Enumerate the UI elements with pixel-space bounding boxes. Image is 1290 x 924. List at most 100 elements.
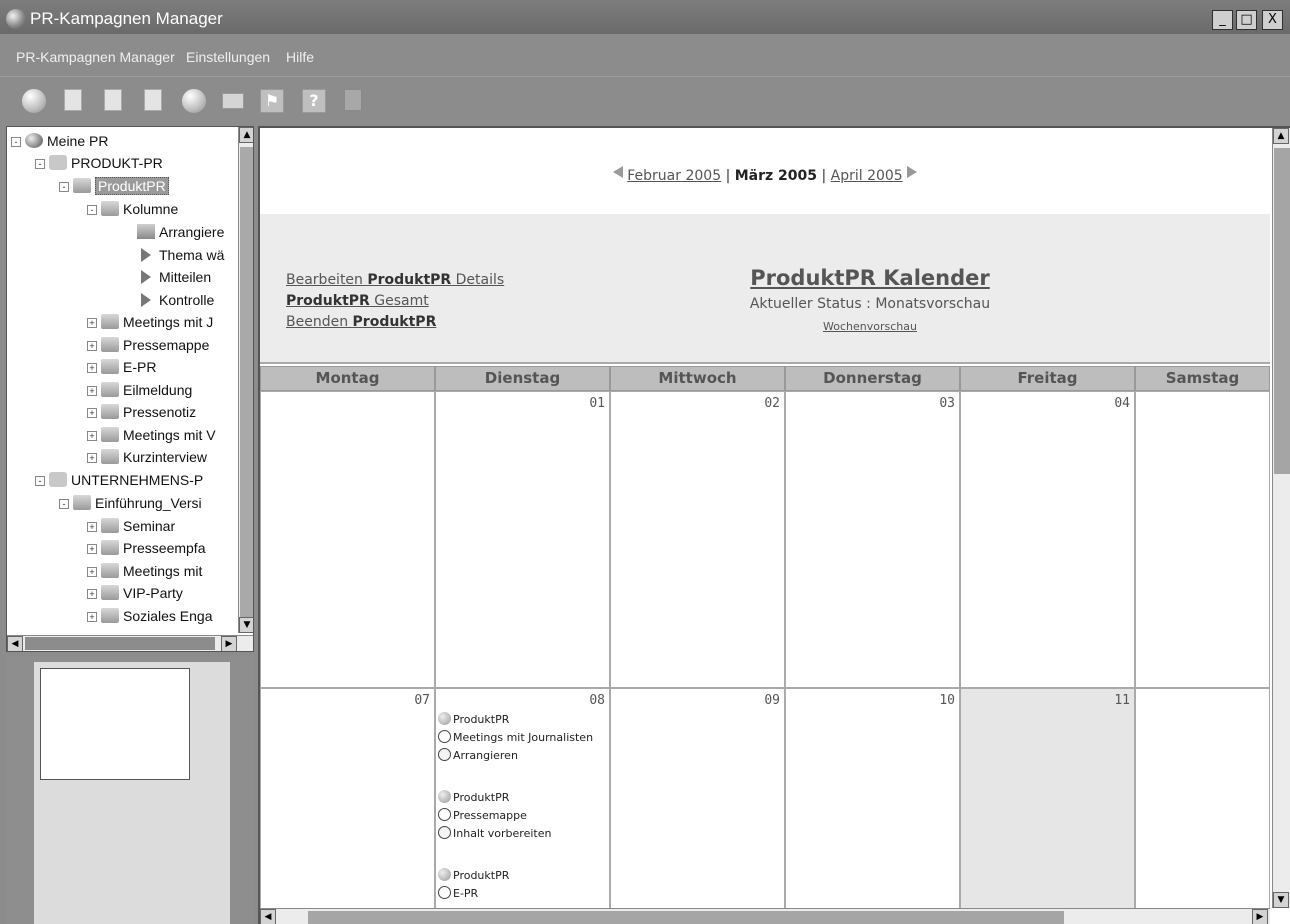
collapse-icon[interactable]: - (11, 137, 21, 147)
expand-icon[interactable]: + (87, 544, 97, 554)
tree-item-pressenotiz[interactable]: + Pressenotiz (87, 404, 196, 420)
expand-icon[interactable]: + (87, 386, 97, 396)
event-task[interactable]: Pressemappe (438, 807, 527, 825)
collapse-icon[interactable]: - (59, 499, 69, 509)
tree-item-eilmeldung[interactable]: + Eilmeldung (87, 382, 192, 398)
calendar-title[interactable]: ProduktPR Kalender (620, 266, 1120, 290)
calendar-vertical-scrollbar[interactable]: ▲ ▼ (1272, 128, 1290, 908)
tree-item-thema[interactable]: Thema wä (141, 247, 224, 263)
delete-document-icon[interactable] (144, 89, 162, 111)
collapse-icon[interactable]: - (35, 159, 45, 169)
minimize-button[interactable]: _ (1212, 10, 1233, 30)
day-cell[interactable] (260, 391, 435, 688)
tree-item-meetings-journalisten[interactable]: + Meetings mit J (87, 314, 213, 330)
scroll-up-icon[interactable]: ▲ (239, 127, 253, 143)
tree-vertical-scrollbar[interactable]: ▲ ▼ (238, 127, 253, 633)
tree-item-kolumne[interactable]: - Kolumne (87, 201, 178, 217)
end-link[interactable]: Beenden ProduktPR (286, 312, 504, 333)
tree-item-arrangiere[interactable]: Arrangiere (137, 224, 224, 240)
expand-icon[interactable]: + (87, 318, 97, 328)
tree-item-produktpr[interactable]: - ProduktPR (59, 177, 169, 195)
tree-item-mitteilen[interactable]: Mitteilen (141, 269, 211, 285)
collapse-icon[interactable]: - (59, 182, 69, 192)
scroll-up-icon[interactable]: ▲ (1273, 128, 1289, 144)
tree-item-unternehmens-pr[interactable]: - UNTERNEHMENS-P (35, 472, 203, 488)
day-cell[interactable]: 11 (960, 688, 1135, 918)
day-cell[interactable]: 01 (435, 391, 610, 688)
calendar-hscroll-thumb[interactable] (308, 911, 1064, 924)
mail-icon[interactable] (222, 93, 244, 109)
tree-item-soziales[interactable]: + Soziales Enga (87, 608, 213, 624)
menu-einstellungen[interactable]: Einstellungen (186, 49, 270, 65)
expand-icon[interactable]: + (87, 589, 97, 599)
menu-hilfe[interactable]: Hilfe (286, 49, 314, 65)
day-cell[interactable]: 04 (960, 391, 1135, 688)
day-cell[interactable]: 10 (785, 688, 960, 918)
scroll-down-icon[interactable]: ▼ (239, 617, 253, 633)
tree-item-einfuehrung[interactable]: - Einführung_Versi (59, 495, 202, 511)
day-cell[interactable] (1135, 391, 1270, 688)
expand-icon[interactable]: + (87, 612, 97, 622)
scroll-left-icon[interactable]: ◀ (260, 909, 276, 924)
tree-item-meine-pr[interactable]: - Meine PR (11, 133, 108, 149)
web-icon[interactable] (182, 89, 206, 113)
edit-document-icon[interactable] (104, 89, 122, 111)
tree-item-kurzinterview[interactable]: + Kurzinterview (87, 449, 207, 465)
day-cell[interactable]: 02 (610, 391, 785, 688)
close-button[interactable]: X (1262, 10, 1283, 30)
expand-icon[interactable]: + (87, 431, 97, 441)
expand-icon[interactable]: + (87, 408, 97, 418)
scroll-right-icon[interactable]: ▶ (221, 636, 237, 651)
scroll-left-icon[interactable]: ◀ (7, 636, 23, 651)
calendar-preview[interactable] (6, 656, 254, 924)
tree-item-vip-party[interactable]: + VIP-Party (87, 585, 183, 601)
menu-pr-kampagnen-manager[interactable]: PR-Kampagnen Manager (16, 49, 175, 65)
event-project[interactable]: ProduktPR (438, 711, 509, 729)
edit-details-link[interactable]: Bearbeiten ProduktPR Details (286, 270, 504, 291)
calendar-scroll-thumb[interactable] (1274, 148, 1290, 474)
collapse-icon[interactable]: - (35, 476, 45, 486)
day-cell[interactable]: 08 ProduktPR Meetings mit Journalisten A… (435, 688, 610, 918)
maximize-button[interactable]: □ (1236, 10, 1257, 30)
tree-horizontal-scrollbar[interactable]: ◀ ▶ (7, 635, 253, 651)
next-month-link[interactable]: April 2005 (831, 168, 903, 184)
day-cell[interactable]: 09 (610, 688, 785, 918)
event-step[interactable]: Inhalt vorbereiten (438, 825, 551, 843)
tree-item-produkt-pr[interactable]: - PRODUKT-PR (35, 155, 163, 171)
event-project[interactable]: ProduktPR (438, 789, 509, 807)
tree-item-pressemappe[interactable]: + Pressemappe (87, 337, 209, 353)
event-task[interactable]: E-PR (438, 885, 478, 903)
share-icon[interactable]: ⚑ (260, 89, 284, 113)
previous-month-icon[interactable] (612, 166, 623, 178)
previous-month-link[interactable]: Februar 2005 (627, 168, 721, 184)
tree-item-meetings-v[interactable]: + Meetings mit V (87, 427, 216, 443)
expand-icon[interactable]: + (87, 453, 97, 463)
help-icon[interactable]: ? (302, 89, 326, 113)
tree-hscroll-thumb[interactable] (25, 637, 215, 650)
day-cell[interactable]: 03 (785, 391, 960, 688)
exit-icon[interactable] (344, 89, 362, 111)
day-cell[interactable]: 07 (260, 688, 435, 918)
calendar-horizontal-scrollbar[interactable]: ◀ ▶ (260, 908, 1270, 924)
expand-icon[interactable]: + (87, 363, 97, 373)
globe-icon[interactable] (22, 89, 46, 113)
tree-item-meetings-mit[interactable]: + Meetings mit (87, 563, 202, 579)
tree-item-seminar[interactable]: + Seminar (87, 518, 175, 534)
week-view-link[interactable]: Wochenvorschau (620, 320, 1120, 333)
tree-item-presseempfang[interactable]: + Presseempfa (87, 540, 205, 556)
expand-icon[interactable]: + (87, 341, 97, 351)
expand-icon[interactable]: + (87, 522, 97, 532)
preview-viewport[interactable] (40, 668, 190, 780)
tree-scroll-thumb[interactable] (240, 147, 253, 617)
tree-item-e-pr[interactable]: + E-PR (87, 359, 156, 375)
next-month-icon[interactable] (907, 166, 918, 178)
event-task[interactable]: Meetings mit Journalisten (438, 729, 593, 747)
event-step[interactable]: Arrangieren (438, 747, 518, 765)
event-project[interactable]: ProduktPR (438, 867, 509, 885)
overview-link[interactable]: ProduktPR Gesamt (286, 291, 504, 312)
new-document-icon[interactable] (64, 89, 82, 111)
expand-icon[interactable]: + (87, 567, 97, 577)
tree-item-kontrolle[interactable]: Kontrolle (141, 292, 214, 308)
scroll-down-icon[interactable]: ▼ (1273, 892, 1289, 908)
collapse-icon[interactable]: - (87, 205, 97, 215)
